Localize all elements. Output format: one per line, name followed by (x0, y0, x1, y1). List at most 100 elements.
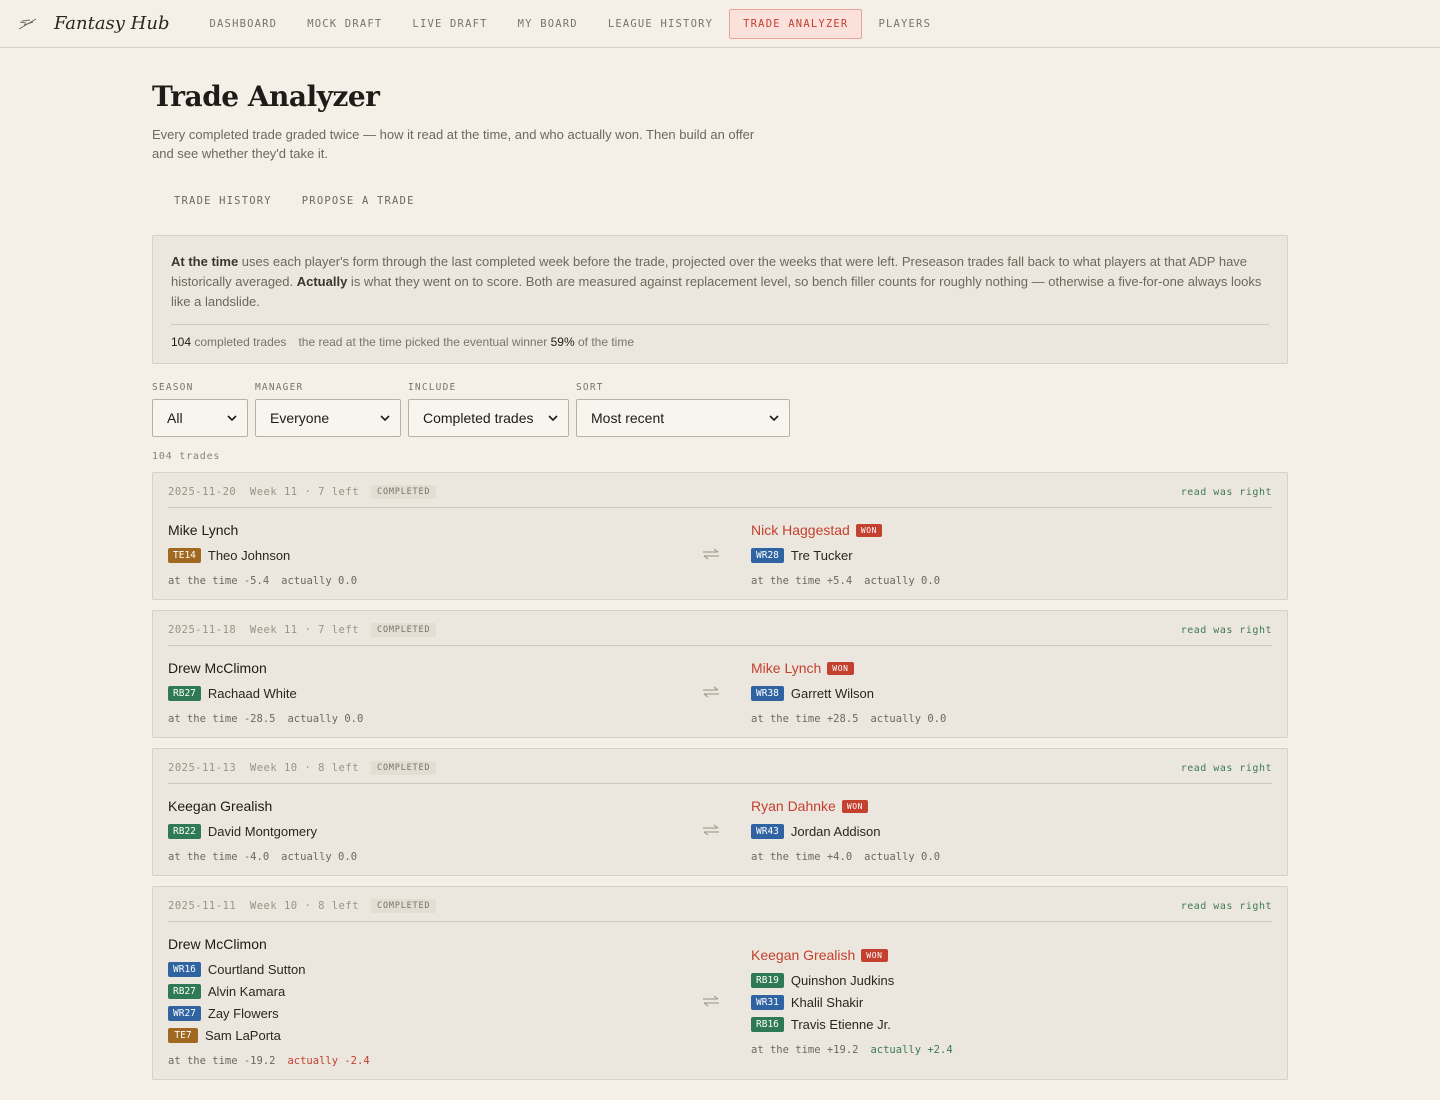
swap-divider (689, 686, 733, 698)
manager-name-text: Keegan Grealish (168, 798, 273, 814)
trade-header: 2025-11-13 Week 10 · 8 left COMPLETED read… (168, 761, 1272, 784)
sort-filter-label: SORT (576, 382, 604, 393)
season-select-value: All (167, 410, 183, 426)
score-at-time: at the time -19.2 (168, 1055, 276, 1067)
season-select[interactable]: All (152, 399, 248, 437)
include-select-value: Completed trades (423, 410, 534, 426)
manager-name[interactable]: Mike Lynch WON (751, 658, 1272, 678)
manager-select[interactable]: Everyone (255, 399, 401, 437)
score-actually: actually 0.0 (281, 575, 358, 587)
trade-card[interactable]: 2025-11-13 Week 10 · 8 left COMPLETED read… (152, 748, 1288, 876)
score-actually: actually 0.0 (281, 851, 358, 863)
trade-card[interactable]: 2025-11-18 Week 11 · 7 left COMPLETED read… (152, 610, 1288, 738)
include-select[interactable]: Completed trades (408, 399, 569, 437)
player-list: RB22 David Montgomery (168, 824, 689, 839)
player-row[interactable]: TE14 Theo Johnson (168, 548, 689, 563)
explainer-lead-at-time: At the time (171, 254, 239, 269)
nav-link-live-draft[interactable]: LIVE DRAFT (398, 9, 501, 39)
trade-scores: at the time -19.2 actually -2.4 (168, 1055, 689, 1067)
chevron-down-icon (380, 415, 390, 421)
player-list: WR43 Jordan Addison (751, 824, 1272, 839)
player-row[interactable]: TE7 Sam LaPorta (168, 1028, 689, 1043)
brand[interactable]: Fantasy Hub (18, 13, 170, 34)
sort-select[interactable]: Most recent (576, 399, 790, 437)
player-list: WR28 Tre Tucker (751, 548, 1272, 563)
manager-name[interactable]: Keegan Grealish WON (751, 945, 1272, 965)
player-row[interactable]: WR31 Khalil Shakir (751, 995, 1272, 1010)
player-row[interactable]: RB22 David Montgomery (168, 824, 689, 839)
trade-body: Drew McClimon RB27 Rachaad White at the tim… (168, 646, 1272, 725)
nav-link-trade-analyzer[interactable]: TRADE ANALYZER (729, 8, 863, 39)
chevron-down-icon (227, 415, 237, 421)
score-actually: actually -2.4 (287, 1055, 370, 1067)
swap-arrows-icon (703, 686, 719, 697)
player-row[interactable]: WR28 Tre Tucker (751, 548, 1272, 563)
manager-name-text: Nick Haggestad (751, 522, 850, 538)
position-rank-badge: WR28 (751, 548, 784, 563)
manager-name[interactable]: Mike Lynch (168, 520, 689, 540)
trade-date-value: 2025-11-20 (168, 486, 237, 498)
swap-arrows-icon (703, 548, 719, 559)
manager-name[interactable]: Keegan Grealish (168, 796, 689, 816)
trade-week: Week 10 · 8 left (249, 900, 360, 912)
player-row[interactable]: RB16 Travis Etienne Jr. (751, 1017, 1272, 1032)
trade-header: 2025-11-11 Week 10 · 8 left COMPLETED read… (168, 899, 1272, 922)
feather-logo-icon (18, 18, 37, 29)
page-subtitle: Every completed trade graded twice — how… (152, 127, 755, 161)
trade-body: Drew McClimon WR16 Courtland Sutton RB27 Alv… (168, 922, 1272, 1067)
player-name: Garrett Wilson (790, 686, 874, 701)
verdict-label: read was right (1180, 762, 1272, 774)
position-rank-badge: WR31 (751, 995, 784, 1010)
score-at-time: at the time +4.0 (751, 851, 853, 863)
trade-card[interactable]: 2025-11-11 Week 10 · 8 left COMPLETED read… (152, 886, 1288, 1080)
score-actually: actually 0.0 (864, 575, 941, 587)
trade-side-right: Keegan Grealish WON RB19 Quinshon Judkins WR… (733, 945, 1272, 1056)
tab-trade-history[interactable]: TRADE HISTORY (152, 189, 287, 213)
player-row[interactable]: RB27 Rachaad White (168, 686, 689, 701)
nav-link-my-board[interactable]: MY BOARD (504, 9, 592, 39)
player-row[interactable]: RB27 Alvin Kamara (168, 984, 689, 999)
player-row[interactable]: WR27 Zay Flowers (168, 1006, 689, 1021)
player-name: Tre Tucker (790, 548, 853, 563)
tab-propose-a-trade[interactable]: PROPOSE A TRADE (287, 189, 430, 213)
won-badge: WON (841, 799, 869, 813)
trade-card[interactable]: 2025-11-20 Week 11 · 7 left COMPLETED read… (152, 472, 1288, 600)
trade-date-value: 2025-11-11 (168, 900, 237, 912)
player-name: Quinshon Judkins (790, 973, 895, 988)
trade-scores: at the time -4.0 actually 0.0 (168, 851, 689, 863)
player-row[interactable]: WR38 Garrett Wilson (751, 686, 1272, 701)
nav-link-mock-draft[interactable]: MOCK DRAFT (293, 9, 396, 39)
manager-name[interactable]: Nick Haggestad WON (751, 520, 1272, 540)
player-name: Khalil Shakir (790, 995, 864, 1010)
score-at-time: at the time +5.4 (751, 575, 853, 587)
trade-meta: 2025-11-11 Week 10 · 8 left COMPLETED (168, 899, 437, 913)
nav-link-league-history[interactable]: LEAGUE HISTORY (594, 9, 727, 39)
trade-week: Week 10 · 8 left (249, 762, 360, 774)
manager-name-text: Drew McClimon (168, 660, 267, 676)
player-name: Zay Flowers (207, 1006, 279, 1021)
player-name: Travis Etienne Jr. (790, 1017, 891, 1032)
nav-link-players[interactable]: PLAYERS (864, 9, 945, 39)
swap-divider (689, 824, 733, 836)
manager-name[interactable]: Ryan Dahnke WON (751, 796, 1272, 816)
player-row[interactable]: RB19 Quinshon Judkins (751, 973, 1272, 988)
trade-side-left: Drew McClimon WR16 Courtland Sutton RB27 Alv… (168, 934, 689, 1067)
trade-body: Keegan Grealish RB22 David Montgomery at th… (168, 784, 1272, 863)
player-name: Sam LaPorta (205, 1028, 281, 1043)
player-list: WR38 Garrett Wilson (751, 686, 1272, 701)
score-actually: actually 0.0 (287, 713, 364, 725)
player-row[interactable]: WR16 Courtland Sutton (168, 962, 689, 977)
sort-select-value: Most recent (591, 410, 665, 426)
score-at-time: at the time -4.0 (168, 851, 270, 863)
filters: SEASON All MANAGER Everyone INCLUDE Comp… (152, 382, 1288, 437)
manager-name[interactable]: Drew McClimon (168, 658, 689, 678)
position-rank-badge: WR16 (168, 962, 201, 977)
manager-name[interactable]: Drew McClimon (168, 934, 689, 954)
trade-week: Week 11 · 7 left (249, 486, 360, 498)
sort-filter: SORT Most recent (576, 382, 790, 437)
position-rank-badge: TE7 (168, 1028, 198, 1043)
season-filter: SEASON All (152, 382, 248, 437)
player-row[interactable]: WR43 Jordan Addison (751, 824, 1272, 839)
nav-link-dashboard[interactable]: DASHBOARD (196, 9, 292, 39)
score-at-time: at the time +28.5 (751, 713, 859, 725)
